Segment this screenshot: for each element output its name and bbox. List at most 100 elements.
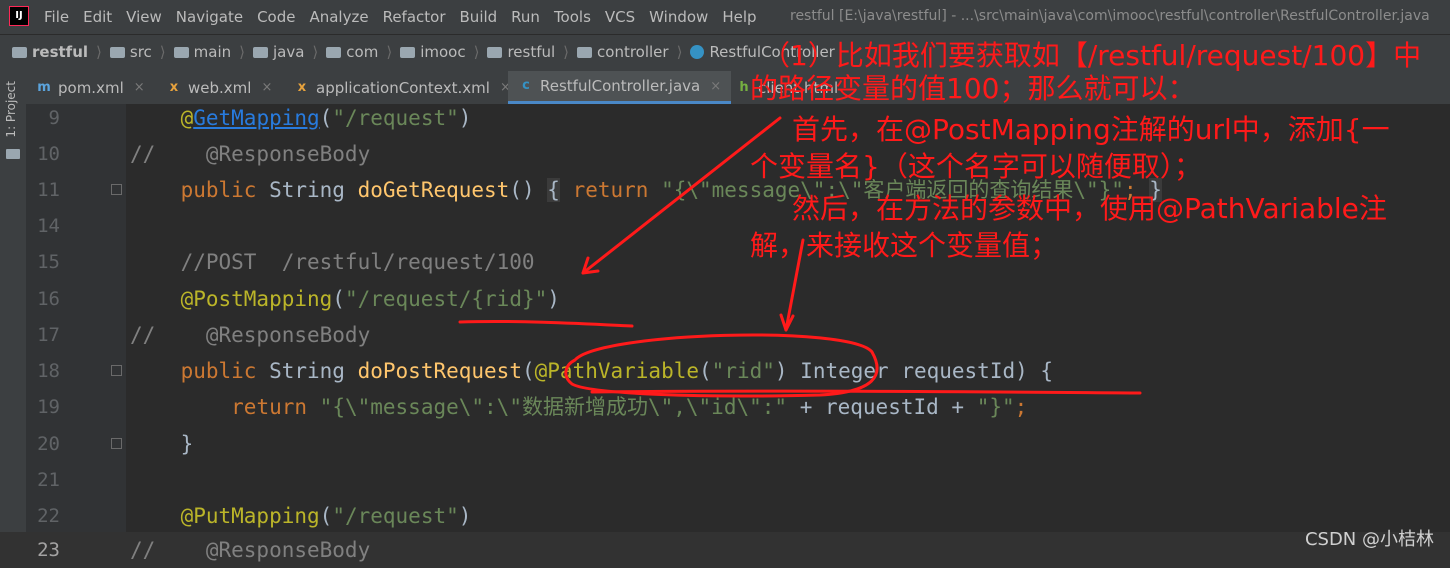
code-token: + requestId + <box>787 395 977 419</box>
code-token: ( <box>319 106 333 130</box>
close-icon[interactable]: × <box>134 80 145 95</box>
code-token: @ <box>180 106 194 130</box>
breadcrumb-item[interactable]: java ⟩ <box>252 43 319 61</box>
code-text[interactable]: // @ResponseBody <box>130 317 370 353</box>
watermark: CSDN @小桔林 <box>1304 529 1434 550</box>
menu-tools[interactable]: Tools <box>554 8 591 26</box>
tab-label: pom.xml <box>58 78 124 97</box>
fold-marker-icon[interactable] <box>111 365 122 376</box>
menu-run[interactable]: Run <box>511 8 540 26</box>
menu-file[interactable]: File <box>44 8 69 26</box>
breadcrumb-separator-icon: ⟩ <box>96 43 102 61</box>
code-token: return <box>559 178 662 202</box>
breadcrumb-item[interactable]: restful ⟩ <box>12 43 102 61</box>
code-token: @PathVariable <box>534 359 700 383</box>
code-token: //POST /restful/request/100 <box>130 250 535 274</box>
menu-navigate[interactable]: Navigate <box>176 8 243 26</box>
breadcrumb-item[interactable]: restful ⟩ <box>487 43 569 61</box>
menu-build[interactable]: Build <box>460 8 498 26</box>
breadcrumb: restful ⟩ src ⟩ main ⟩ java ⟩ com ⟩ imooc ⟩ restful ⟩… <box>12 43 843 61</box>
breadcrumb-item[interactable]: com ⟩ <box>326 43 392 61</box>
line-number[interactable]: 22 <box>26 498 60 534</box>
folder-icon <box>173 46 189 58</box>
line-number[interactable]: 10 <box>26 136 60 172</box>
breadcrumb-label: main <box>193 43 232 61</box>
tab-label: web.xml <box>188 78 252 97</box>
breadcrumb-label: src <box>129 43 152 61</box>
line-number[interactable]: 19 <box>26 389 60 425</box>
code-token: "/request" <box>332 106 459 130</box>
code-line: 16 @PostMapping("/request/{rid}") <box>0 281 1450 317</box>
line-number[interactable]: 21 <box>26 462 60 498</box>
code-token: ) Integer requestId) { <box>774 359 1054 383</box>
menu-help[interactable]: Help <box>722 8 756 26</box>
close-icon[interactable]: × <box>710 79 721 94</box>
code-token: ( <box>319 504 333 528</box>
code-text[interactable]: @PutMapping("/request") <box>130 498 472 534</box>
breadcrumb-item[interactable]: controller ⟩ <box>577 43 682 61</box>
line-number[interactable]: 15 <box>26 244 60 280</box>
breadcrumb-label: controller <box>597 43 669 61</box>
code-line: 21 <box>0 462 1450 498</box>
folder-icon <box>487 46 503 58</box>
line-number[interactable]: 16 <box>26 281 60 317</box>
fold-marker-icon[interactable] <box>111 438 122 449</box>
breadcrumb-label: restful <box>32 43 89 61</box>
code-text[interactable]: return "{\"message\":\"数据新增成功\",\"id\":"… <box>130 389 1027 425</box>
breadcrumb-separator-icon: ⟩ <box>312 43 319 61</box>
code-text[interactable]: } <box>130 426 194 462</box>
code-line: 22 @PutMapping("/request") <box>0 498 1450 534</box>
line-number[interactable]: 9 <box>26 100 60 136</box>
menu-view[interactable]: View <box>126 8 162 26</box>
annotation-text-4: 个变量名}（这个名字可以随便取）； <box>750 150 1202 183</box>
breadcrumb-item[interactable]: main ⟩ <box>173 43 245 61</box>
annotation-text-6: 解，来接收这个变量值； <box>750 229 1059 262</box>
tab-label: applicationContext.xml <box>316 78 490 97</box>
menu-vcs[interactable]: VCS <box>605 8 635 26</box>
code-line: 20 } <box>0 426 1450 462</box>
breadcrumb-item[interactable]: src ⟩ <box>109 43 166 61</box>
line-number[interactable]: 23 <box>26 532 60 568</box>
menu-edit[interactable]: Edit <box>83 8 112 26</box>
code-token: "rid" <box>711 359 775 383</box>
folder-icon <box>326 46 342 58</box>
menu-analyze[interactable]: Analyze <box>309 8 368 26</box>
breadcrumb-separator-icon: ⟩ <box>676 43 683 61</box>
code-token: String <box>269 178 358 202</box>
code-token: ( <box>521 359 535 383</box>
annotation-text-5: 然后，在方法的参数中，使用@PathVariable注 <box>792 192 1387 225</box>
close-icon[interactable]: × <box>261 80 272 95</box>
line-number[interactable]: 11 <box>26 172 60 208</box>
main-menu: File Edit View Navigate Code Analyze Refactor B… <box>44 8 771 26</box>
fold-marker-icon[interactable] <box>111 184 122 195</box>
code-token: ) <box>547 287 560 311</box>
menu-window[interactable]: Window <box>649 8 708 26</box>
code-line: 18 public String doPostRequest(@PathVari… <box>0 353 1450 389</box>
line-number[interactable]: 14 <box>26 208 60 244</box>
spring-xml-icon: x <box>297 79 307 95</box>
line-number[interactable]: 18 <box>26 353 60 389</box>
code-text[interactable]: // @ResponseBody <box>130 532 370 568</box>
menu-code[interactable]: Code <box>257 8 295 26</box>
code-text[interactable]: @PostMapping("/request/{rid}") <box>130 281 560 317</box>
code-text[interactable]: //POST /restful/request/100 <box>130 244 535 280</box>
code-text[interactable]: public String doPostRequest(@PathVariabl… <box>130 353 1053 389</box>
code-token: () <box>509 178 548 202</box>
code-token: ) <box>458 504 472 528</box>
breadcrumb-item[interactable]: imooc ⟩ <box>400 43 479 61</box>
maven-icon: m <box>37 79 51 95</box>
intellij-logo-icon[interactable]: IJ <box>9 6 29 26</box>
code-text[interactable]: // @ResponseBody <box>130 136 370 172</box>
line-number[interactable]: 17 <box>26 317 60 353</box>
code-token: { <box>547 178 560 202</box>
code-token: ( <box>332 287 345 311</box>
xml-icon: x <box>169 79 179 95</box>
annotation-text-3: 首先，在@PostMapping注解的url中，添加{一 <box>792 113 1390 146</box>
menu-refactor[interactable]: Refactor <box>383 8 446 26</box>
code-text[interactable]: @GetMapping("/request") <box>130 100 472 136</box>
code-token: public <box>180 359 270 383</box>
code-line: 17 // @ResponseBody <box>0 317 1450 353</box>
line-number[interactable]: 20 <box>26 426 60 462</box>
